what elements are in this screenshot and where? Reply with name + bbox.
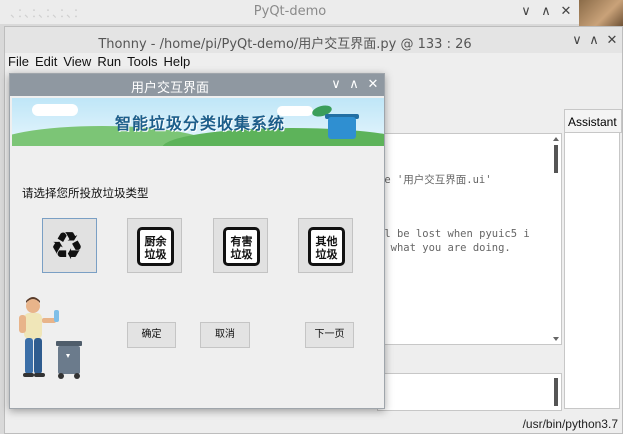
cancel-button[interactable]: 取消 [200,322,250,348]
person-illustration [19,297,82,379]
next-page-button[interactable]: 下一页 [305,322,354,348]
other-waste-icon: 其他 垃圾 [308,227,345,266]
scrollbar-thumb[interactable] [554,145,558,173]
scroll-down-arrow-icon[interactable] [553,337,559,341]
desktop-wallpaper-corner [579,0,623,26]
icon-label: 厨余 [144,235,167,248]
menu-file[interactable]: File [8,54,29,69]
icon-label: 垃圾 [230,248,253,261]
dialog-minimize-button[interactable]: ∨ [328,77,344,93]
thonny-close-button[interactable]: ✕ [604,33,620,49]
outer-close-button[interactable]: ✕ [558,4,574,20]
code-line: w what you are doing. [378,242,511,254]
code-line: ll be lost when pyuic5 i [378,228,530,240]
dialog-maximize-button[interactable]: ∧ [346,77,362,93]
banner-title: 智能垃圾分类收集系统 [115,114,286,133]
cloud-shape [32,104,78,116]
waste-type-prompt: 请选择您所投放垃圾类型 [22,186,149,200]
menu-help[interactable]: Help [164,54,191,69]
hazardous-waste-icon: 有害 垃圾 [223,227,260,266]
thonny-title: Thonny - /home/pi/PyQt-demo/用户交互界面.py @ … [98,37,472,52]
shell-panel[interactable] [377,373,562,411]
thonny-maximize-button[interactable]: ∧ [586,33,602,49]
editor-scrollbar[interactable] [553,137,559,341]
dialog-title: 用户交互界面 [130,81,209,96]
shell-scrollbar-thumb[interactable] [554,378,558,406]
tab-assistant[interactable]: Assistant [564,109,622,133]
thonny-minimize-button[interactable]: ∨ [569,33,585,49]
icon-label: 垃圾 [315,248,338,261]
trash-bin-icon [328,117,356,139]
icon-label: 其他 [315,235,338,248]
outer-maximize-button[interactable]: ∧ [538,4,554,20]
recyclable-button[interactable]: ♻ [42,218,97,273]
thonny-titlebar: Thonny - /home/pi/PyQt-demo/用户交互界面.py @ … [5,27,622,53]
menu-bar: File Edit View Run Tools Help [5,54,196,74]
recycle-icon: ♻ [50,224,85,268]
menu-view[interactable]: View [63,54,91,69]
dialog-titlebar: 用户交互界面 ∨ ∧ ✕ [10,74,384,96]
menu-run[interactable]: Run [97,54,121,69]
banner-image: 智能垃圾分类收集系统 [12,98,384,146]
assistant-panel: Assistant [564,109,622,409]
menu-edit[interactable]: Edit [35,54,57,69]
code-editor[interactable]: le '用户交互界面.ui' ll be lost when pyuic5 i … [377,133,562,345]
kitchen-waste-button[interactable]: 厨余 垃圾 [127,218,182,273]
menu-tools[interactable]: Tools [127,54,157,69]
confirm-button[interactable]: 确定 [127,322,176,348]
status-bar-interpreter[interactable]: /usr/bin/python3.7 [523,417,618,431]
hazardous-waste-button[interactable]: 有害 垃圾 [213,218,268,273]
user-interaction-dialog: 用户交互界面 ∨ ∧ ✕ 智能垃圾分类收集系统 请选择您所投放垃圾类型 ♻ 厨余… [9,73,385,409]
icon-label: 有害 [230,235,253,248]
dialog-close-button[interactable]: ✕ [365,77,381,93]
outer-window-title: PyQt-demo [253,4,327,19]
outer-minimize-button[interactable]: ∨ [518,4,534,20]
other-waste-button[interactable]: 其他 垃圾 [298,218,353,273]
kitchen-waste-icon: 厨余 垃圾 [137,227,174,266]
icon-label: 垃圾 [144,248,167,261]
code-line: le '用户交互界面.ui' [378,174,492,186]
outer-window-titlebar: 、：、：、：、：、： PyQt-demo ∨ ∧ ✕ [0,0,623,26]
scroll-up-arrow-icon[interactable] [553,137,559,141]
